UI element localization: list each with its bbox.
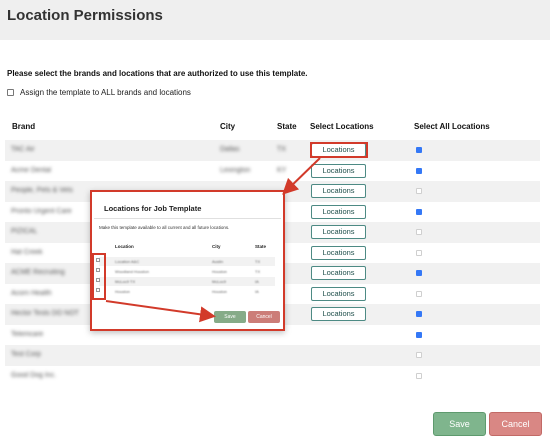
modal-location-row: Location A&C Austin TX <box>99 257 275 266</box>
brand-name: Good Dog Inc. <box>11 371 57 379</box>
brand-name: Hector Tests DO NOT <box>11 310 79 317</box>
modal-location-row: Woodland Houston Houston TX <box>99 267 275 276</box>
header-city: City <box>220 122 236 131</box>
cancel-button[interactable]: Cancel <box>489 412 542 436</box>
select-all-locations-checkbox[interactable] <box>416 372 422 379</box>
table-row: Test Corp <box>5 345 540 366</box>
select-all-locations-checkbox[interactable] <box>416 352 422 358</box>
modal-location-state: TX <box>255 269 261 274</box>
modal-location-city: Houston <box>212 289 227 294</box>
brand-name: Telemcare <box>11 330 44 338</box>
locations-button-highlight <box>310 142 368 158</box>
modal-location-row: McLoc9 TX McLoc9 IA <box>99 277 275 286</box>
table-row: Good Dog Inc. <box>5 366 540 387</box>
modal-header-state: State <box>255 244 267 249</box>
brand-city: Dallas <box>220 146 240 153</box>
save-button[interactable]: Save <box>433 412 486 436</box>
brand-name: Acme Dental <box>11 166 52 174</box>
select-all-locations-checkbox[interactable] <box>416 331 422 338</box>
modal-location-name: Houston <box>115 289 130 294</box>
modal-header-location: Location <box>115 244 134 249</box>
modal-location-name: McLoc9 TX <box>115 279 136 284</box>
modal-location-state: TX <box>255 259 261 264</box>
modal-save-button[interactable]: Save <box>214 311 246 323</box>
brand-name: Hat Creek <box>11 248 43 256</box>
brand-name: ACME Recruiting <box>11 269 65 276</box>
locations-button[interactable]: Locations <box>311 184 366 198</box>
assign-all-checkbox[interactable] <box>7 89 14 96</box>
brand-name: Pronto Urgent Care <box>11 207 72 215</box>
header-state: State <box>277 122 297 131</box>
brand-name: Test Corp <box>11 351 41 358</box>
header-select-locations: Select Locations <box>310 122 374 131</box>
modal-location-name: Location A&C <box>115 259 140 264</box>
modal-location-checkbox[interactable] <box>96 258 100 262</box>
locations-button[interactable]: Locations <box>311 163 366 178</box>
modal-description: Make this template available to all curr… <box>99 225 230 230</box>
select-all-locations-checkbox[interactable] <box>416 311 422 317</box>
locations-button[interactable]: Locations <box>311 286 366 301</box>
select-all-locations-checkbox[interactable] <box>416 229 422 235</box>
select-all-locations-checkbox[interactable] <box>416 167 422 174</box>
instruction-text: Please select the brands and locations t… <box>7 69 308 78</box>
modal-location-city: Austin <box>212 259 224 264</box>
modal-location-row: Houston Houston IA <box>99 287 275 296</box>
locations-button[interactable]: Locations <box>311 225 366 239</box>
brand-name: Acorn Health <box>11 289 52 297</box>
select-all-locations-checkbox[interactable] <box>416 147 422 153</box>
modal-cancel-button[interactable]: Cancel <box>248 311 280 323</box>
select-all-locations-checkbox[interactable] <box>416 208 422 215</box>
modal-location-checkbox[interactable] <box>96 288 100 292</box>
modal-location-checkbox[interactable] <box>96 268 100 272</box>
header-brand: Brand <box>12 122 36 131</box>
modal-divider <box>94 218 281 219</box>
modal-location-state: IA <box>255 289 259 294</box>
brand-name: PIZICAL <box>11 228 38 235</box>
select-all-locations-checkbox[interactable] <box>416 290 422 297</box>
brand-state: KY <box>277 166 287 174</box>
page-title: Location Permissions <box>7 7 163 24</box>
brand-name: TAC Air <box>11 146 35 153</box>
modal-location-checkbox[interactable] <box>96 278 100 282</box>
select-all-locations-checkbox[interactable] <box>416 188 422 194</box>
table-row: Acme Dental Lexington KY Locations <box>5 161 540 182</box>
locations-button[interactable]: Locations <box>311 204 366 219</box>
select-all-locations-checkbox[interactable] <box>416 270 422 276</box>
assign-all-row[interactable]: Assign the template to ALL brands and lo… <box>7 88 191 97</box>
select-all-locations-checkbox[interactable] <box>416 249 422 256</box>
locations-button[interactable]: Locations <box>311 266 366 280</box>
table-row: TAC Air Dallas TX Locations <box>5 140 540 161</box>
assign-all-label: Assign the template to ALL brands and lo… <box>20 88 191 97</box>
locations-button[interactable]: Locations <box>311 245 366 260</box>
modal-location-state: IA <box>255 279 259 284</box>
modal-location-name: Woodland Houston <box>115 269 149 274</box>
locations-modal: Locations for Job Template Make this tem… <box>90 190 285 331</box>
modal-location-city: McLoc9 <box>212 279 227 284</box>
brand-state: TX <box>277 146 286 153</box>
brand-city: Lexington <box>220 166 251 174</box>
locations-button[interactable]: Locations <box>311 307 366 321</box>
brand-name: People, Pets & Vets <box>11 187 73 194</box>
header-select-all-locations: Select All Locations <box>414 122 490 131</box>
modal-header-city: City <box>212 244 221 249</box>
modal-title: Locations for Job Template <box>104 204 202 213</box>
modal-location-city: Houston <box>212 269 227 274</box>
